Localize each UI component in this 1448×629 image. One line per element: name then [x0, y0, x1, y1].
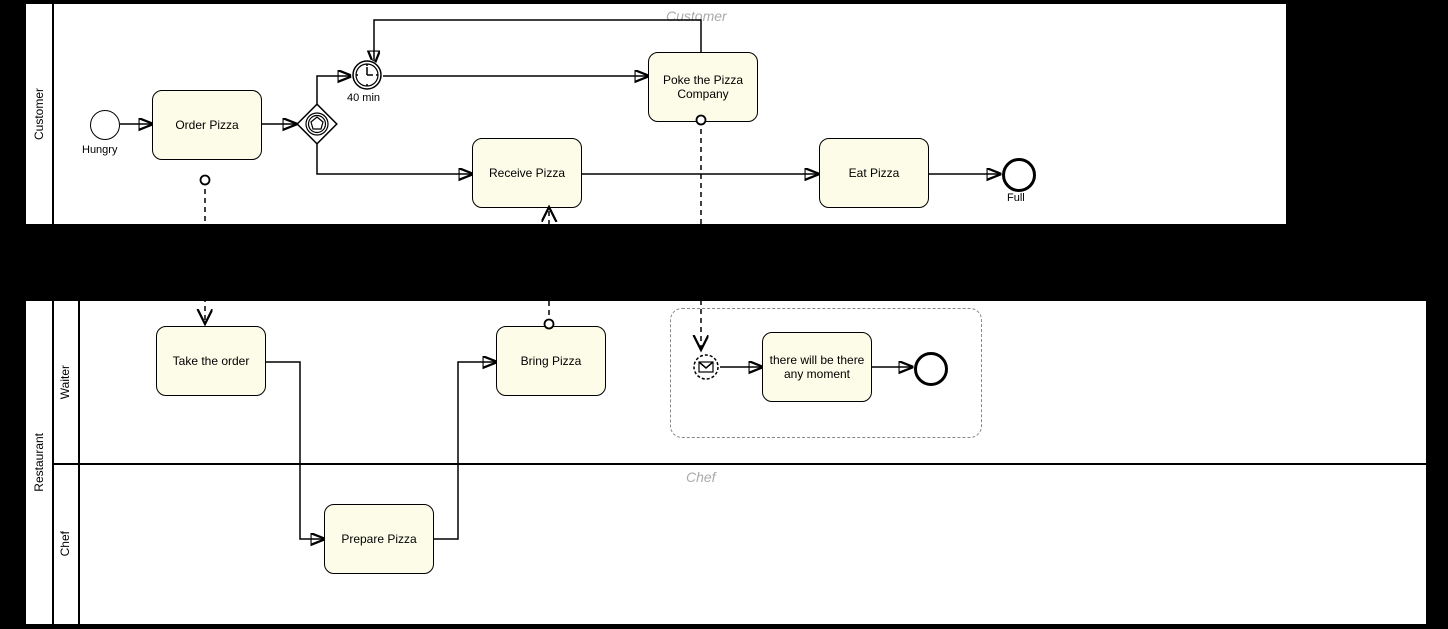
end-label-full: Full [1007, 192, 1025, 204]
task-poke-company[interactable]: Poke the Pizza Company [648, 52, 758, 122]
task-bring-pizza-label: Bring Pizza [521, 354, 582, 368]
task-bring-pizza[interactable]: Bring Pizza [496, 326, 606, 396]
task-eat-pizza-label: Eat Pizza [849, 166, 900, 180]
task-eat-pizza[interactable]: Eat Pizza [819, 138, 929, 208]
lane-title-waiter: Waiter [58, 365, 72, 399]
watermark-customer: Customer [666, 8, 727, 24]
timer-label: 40 min [347, 92, 380, 104]
pool-label-customer: Customer [26, 4, 54, 224]
watermark-restaurant: Chef [686, 469, 716, 485]
task-reply-any-moment[interactable]: there will be there any moment [762, 332, 872, 402]
task-receive-pizza[interactable]: Receive Pizza [472, 138, 582, 208]
pool-label-restaurant: Restaurant [26, 301, 54, 624]
pool-restaurant: Restaurant Waiter Chef Chef Take the ord… [24, 299, 1428, 626]
gateway-event-based[interactable] [296, 103, 338, 145]
task-prepare-pizza-label: Prepare Pizza [341, 532, 416, 546]
start-event-message-noninterrupting[interactable] [692, 353, 720, 381]
end-event-full[interactable] [1002, 158, 1036, 192]
lane-label-chef: Chef [52, 463, 80, 624]
pool-title-customer: Customer [32, 88, 46, 140]
task-take-order[interactable]: Take the order [156, 326, 266, 396]
task-poke-company-label: Poke the Pizza Company [655, 73, 751, 101]
intermediate-timer-event[interactable] [351, 59, 381, 89]
task-receive-pizza-label: Receive Pizza [489, 166, 565, 180]
start-event-hungry[interactable] [90, 110, 120, 140]
pool-customer: Customer Customer Hungry Order Pizza 40 … [24, 2, 1288, 226]
task-order-pizza[interactable]: Order Pizza [152, 90, 262, 160]
task-prepare-pizza[interactable]: Prepare Pizza [324, 504, 434, 574]
lane-label-waiter: Waiter [52, 301, 80, 463]
start-label-hungry: Hungry [82, 144, 117, 156]
lane-separator [52, 463, 1426, 465]
task-take-order-label: Take the order [173, 354, 250, 368]
pool-title-restaurant: Restaurant [32, 433, 46, 492]
lane-title-chef: Chef [58, 531, 72, 556]
task-reply-any-moment-label: there will be there any moment [769, 353, 865, 381]
task-order-pizza-label: Order Pizza [175, 118, 238, 132]
end-event-subprocess[interactable] [914, 352, 948, 386]
